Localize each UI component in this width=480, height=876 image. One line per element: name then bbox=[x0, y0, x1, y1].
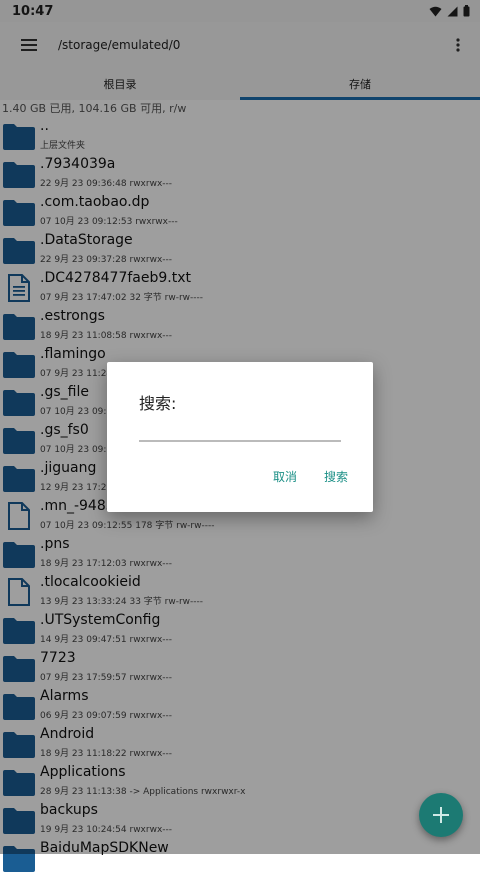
search-button[interactable]: 搜索 bbox=[318, 464, 354, 489]
search-input[interactable] bbox=[139, 426, 341, 442]
dialog-title: 搜索: bbox=[139, 394, 177, 413]
plus-icon bbox=[433, 807, 449, 823]
add-button[interactable] bbox=[419, 793, 463, 837]
search-dialog: 搜索: 取消 搜索 bbox=[107, 362, 373, 512]
cancel-button[interactable]: 取消 bbox=[267, 464, 303, 489]
